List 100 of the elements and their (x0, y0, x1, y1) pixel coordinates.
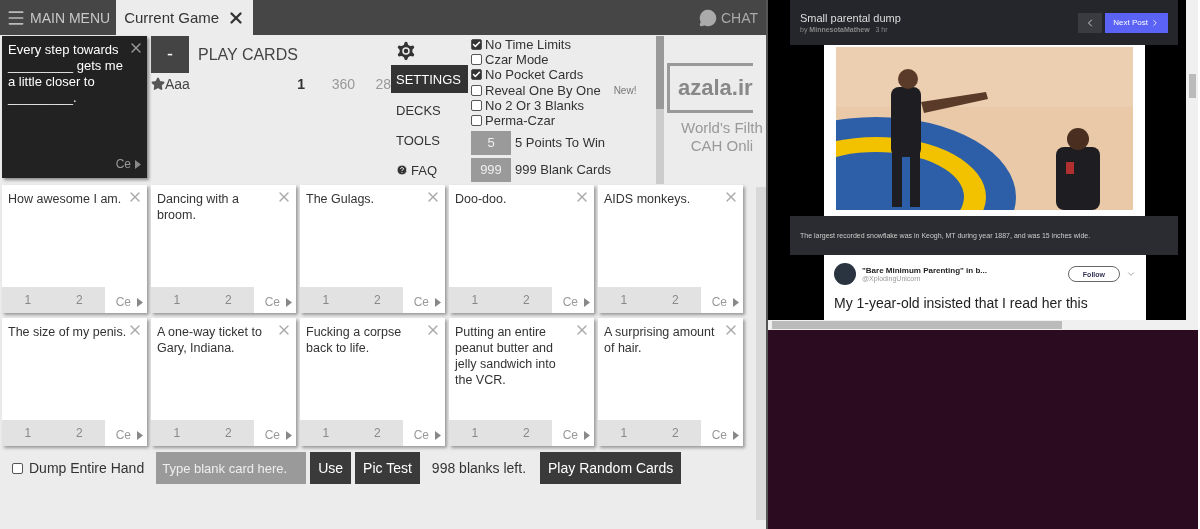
checkbox[interactable] (471, 39, 482, 51)
caret-icon[interactable] (584, 297, 590, 307)
card-text: The Gulags. (306, 191, 376, 208)
vote-number[interactable]: 2 (224, 426, 232, 440)
option-label: No 2 Or 3 Blanks (485, 97, 584, 113)
vote-number[interactable]: 1 (471, 293, 479, 307)
caret-icon[interactable] (733, 297, 739, 307)
chevron-down-icon[interactable] (1126, 269, 1136, 279)
vote-number[interactable]: 1 (620, 293, 628, 307)
action-button[interactable]: Use (310, 452, 352, 484)
caret-icon[interactable] (135, 159, 141, 169)
help-icon (396, 164, 408, 176)
card-label: Ce (264, 428, 280, 442)
option-label: No Pocket Cards (485, 67, 584, 83)
answer-card[interactable]: Fucking a corpse back to life. 1 2 Ce (300, 318, 445, 446)
vote-number[interactable]: 2 (522, 426, 530, 440)
caret-icon[interactable] (286, 430, 292, 440)
answer-card[interactable]: The size of my penis. 1 2 Ce (2, 318, 147, 446)
scrollbar[interactable] (656, 36, 664, 184)
number-field[interactable]: 999 (471, 157, 511, 182)
settings-menu-item[interactable]: DECKS (391, 95, 468, 125)
card-text: A surprising amount of hair. (604, 324, 716, 357)
option-label: Perma-Czar (485, 113, 556, 129)
card-text: How awesome I am. (8, 191, 123, 208)
vote-number[interactable]: 2 (373, 293, 381, 307)
vote-number[interactable]: 2 (671, 293, 679, 307)
answer-card[interactable]: Doo-doo. 1 2 Ce (449, 185, 594, 313)
checkbox[interactable] (471, 115, 482, 127)
vote-number[interactable]: 2 (224, 293, 232, 307)
vote-number[interactable]: 2 (522, 293, 530, 307)
player-score: 360 (330, 76, 355, 92)
next-post-button[interactable]: Next Post (1105, 12, 1168, 33)
answer-card[interactable]: How awesome I am. 1 2 Ce (2, 185, 147, 313)
card-label: Ce (115, 156, 131, 172)
vote-number[interactable]: 2 (671, 426, 679, 440)
settings-menu-item[interactable]: FAQ (391, 155, 468, 185)
vote-number[interactable]: 1 (322, 293, 330, 307)
card-label: Ce (413, 428, 429, 442)
card-label: Ce (562, 428, 578, 442)
vote-number[interactable]: 1 (24, 426, 32, 440)
answer-card[interactable]: AIDS monkeys. 1 2 Ce (598, 185, 743, 313)
action-button[interactable]: Pic Test (355, 452, 420, 484)
previous-button[interactable] (1078, 12, 1103, 33)
settings-menu-item[interactable]: SETTINGS (391, 65, 468, 93)
card-text: Doo-doo. (455, 191, 508, 208)
scrollbar[interactable] (756, 187, 766, 520)
vote-number[interactable]: 1 (173, 293, 181, 307)
checkbox[interactable] (471, 99, 482, 111)
vote-number[interactable]: 2 (373, 426, 381, 440)
caret-icon[interactable] (286, 297, 292, 307)
vote-number[interactable]: 2 (75, 426, 83, 440)
ad-logo: azala.ir (667, 63, 753, 113)
checkbox[interactable] (471, 54, 482, 66)
settings-icon[interactable] (394, 39, 418, 63)
answer-card[interactable]: Dancing with a broom. 1 2 Ce (151, 185, 296, 313)
player-score: 1 (296, 76, 305, 92)
blank-card-input[interactable]: Type blank card here. (156, 452, 307, 484)
card-text: Every step towards _________ gets me a little closer to _________. (8, 42, 124, 107)
card-text: AIDS monkeys. (604, 191, 692, 208)
caret-icon[interactable] (435, 297, 441, 307)
ad-tagline: World's Filth CAH Onli (680, 119, 763, 155)
minus-button[interactable]: - (151, 36, 189, 73)
card-text: Putting an entire peanut butter and jelly sandwich into the VCR. (455, 324, 557, 389)
settings-menu-item[interactable]: TOOLS (391, 125, 468, 155)
caret-icon[interactable] (733, 430, 739, 440)
answer-card[interactable]: A one-way ticket to Gary, Indiana. 1 2 Ce (151, 318, 296, 446)
checkbox[interactable] (471, 84, 482, 96)
card-label: Ce (711, 295, 727, 309)
card-text: Dancing with a broom. (157, 191, 240, 224)
chat-bubble-icon[interactable] (698, 8, 717, 27)
answer-card[interactable]: A surprising amount of hair. 1 2 Ce (598, 318, 743, 446)
number-field[interactable]: 5 (471, 130, 511, 155)
main-menu-button[interactable]: MAIN MENU (0, 0, 117, 35)
vote-number[interactable]: 1 (471, 426, 479, 440)
chevron-right-icon[interactable] (1150, 17, 1160, 28)
card-label: Ce (115, 428, 131, 442)
vote-number[interactable]: 1 (322, 426, 330, 440)
answer-card[interactable]: Putting an entire peanut butter and jelly sandwich into the VCR. 1 2 Ce (449, 318, 594, 446)
vote-number[interactable]: 2 (75, 293, 83, 307)
caret-icon[interactable] (137, 297, 143, 307)
player-score: 28 (374, 76, 391, 92)
scrollbar[interactable] (768, 320, 1198, 330)
card-text: Fucking a corpse back to life. (306, 324, 403, 357)
vote-number[interactable]: 1 (173, 426, 181, 440)
avatar (834, 263, 856, 285)
option-label: 5 Points To Win (515, 135, 606, 151)
caret-icon[interactable] (137, 430, 143, 440)
vote-number[interactable]: 1 (620, 426, 628, 440)
option-label: 999 Blank Cards (515, 162, 612, 178)
checkbox[interactable] (12, 462, 23, 474)
checkbox[interactable] (471, 69, 482, 81)
game-tab[interactable]: Current Game (116, 0, 254, 35)
answer-card[interactable]: The Gulags. 1 2 Ce (300, 185, 445, 313)
caret-icon[interactable] (584, 430, 590, 440)
play-random-button[interactable]: Play Random Cards (540, 452, 682, 484)
scrollbar[interactable] (1186, 0, 1198, 320)
chat-button[interactable]: CHAT (698, 0, 766, 35)
vote-number[interactable]: 1 (24, 293, 32, 307)
caret-icon[interactable] (435, 430, 441, 440)
star-icon (151, 77, 165, 91)
